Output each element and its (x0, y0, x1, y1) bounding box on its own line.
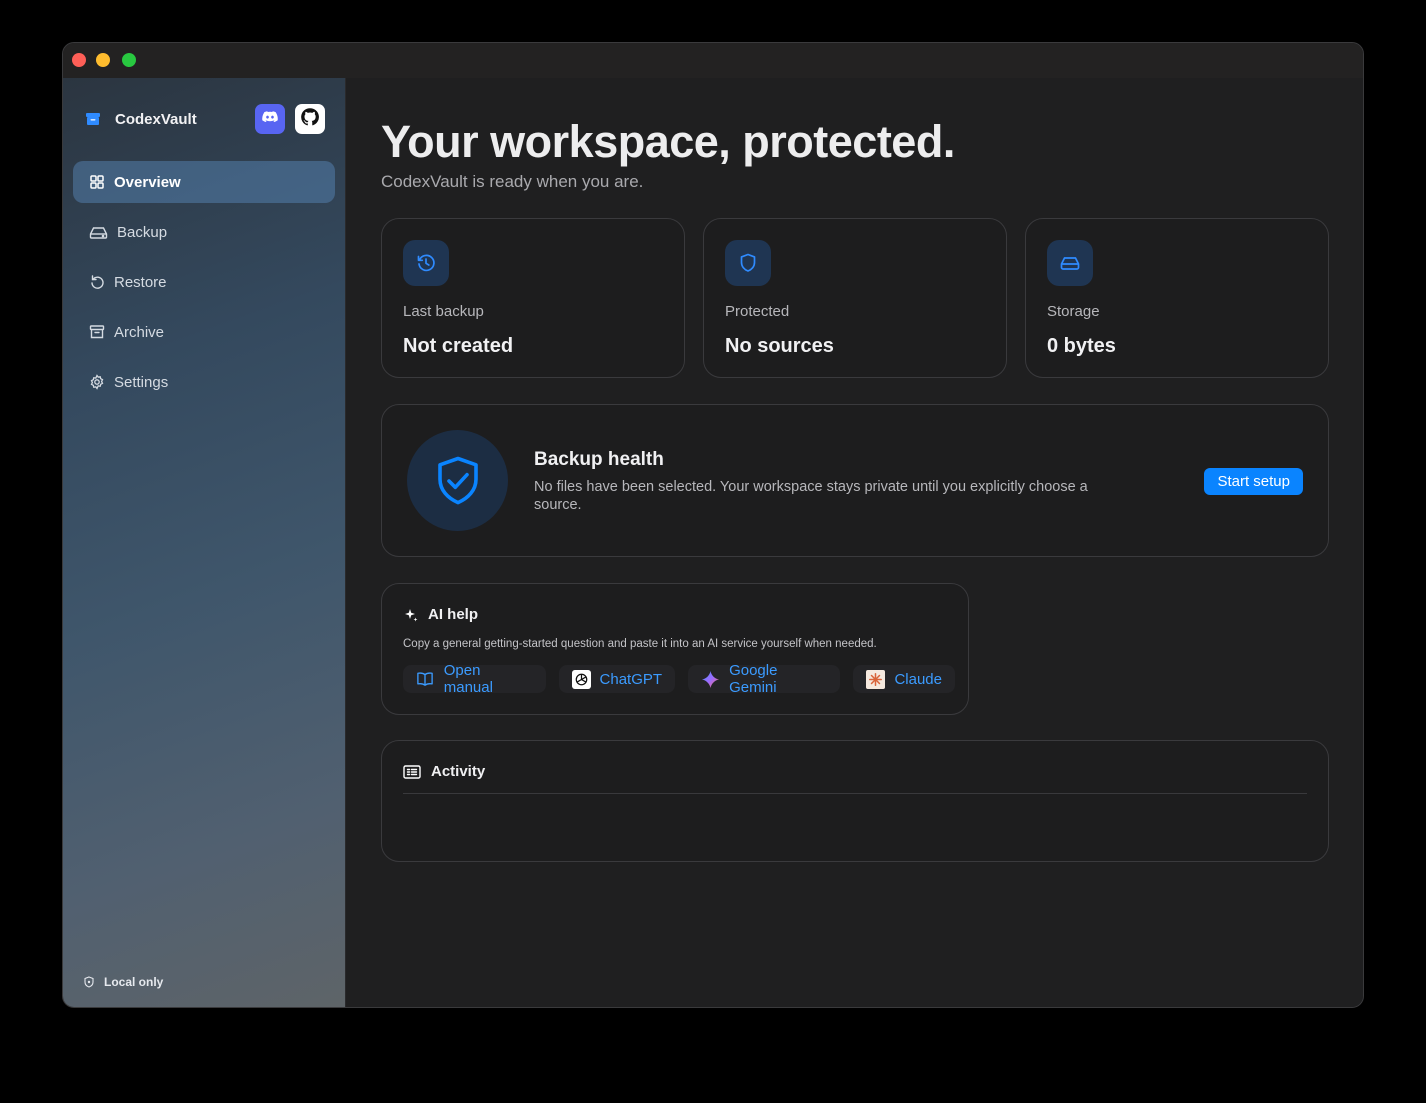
activity-header: Activity (403, 763, 485, 780)
gear-icon (90, 374, 104, 390)
grid-icon (90, 175, 104, 189)
discord-icon (261, 108, 279, 131)
sidebar-item-settings[interactable]: Settings (73, 361, 335, 403)
discord-button[interactable] (255, 104, 285, 134)
shield-icon (84, 976, 94, 988)
sidebar-item-overview[interactable]: Overview (73, 161, 335, 203)
health-title: Backup health (534, 449, 664, 470)
link-label: Google Gemini (729, 662, 778, 696)
shield-icon (725, 240, 771, 286)
stat-value: 0 bytes (1047, 335, 1116, 357)
history-icon (403, 240, 449, 286)
sidebar-item-backup[interactable]: Backup (73, 211, 335, 253)
stat-label: Protected (725, 303, 790, 320)
sidebar-item-restore[interactable]: Restore (73, 261, 335, 303)
book-icon (416, 670, 435, 689)
stat-label: Last backup (403, 303, 484, 320)
sidebar: CodexVault Overview Backup Restore Archi… (63, 78, 346, 1007)
footer-label: Local only (104, 975, 164, 989)
brand: CodexVault (85, 108, 197, 130)
sidebar-item-label: Overview (114, 173, 181, 191)
sidebar-item-label: Restore (114, 273, 167, 291)
sidebar-item-label: Settings (114, 373, 169, 391)
title-bar (63, 43, 1363, 78)
chatgpt-link[interactable]: ChatGPT (558, 665, 676, 693)
ai-help-title: AI help (428, 606, 479, 623)
ai-help-header: AI help (403, 606, 478, 623)
sidebar-item-archive[interactable]: Archive (73, 311, 335, 353)
activity-title: Activity (431, 763, 486, 780)
close-window-button[interactable] (72, 53, 86, 67)
stat-value: No sources (725, 335, 834, 357)
stat-card-storage: Storage 0 bytes (1025, 218, 1329, 378)
zoom-window-button[interactable] (122, 53, 136, 67)
sidebar-item-label: Backup (117, 223, 168, 241)
stat-value: Not created (403, 335, 514, 357)
list-icon (403, 764, 421, 779)
github-icon (300, 107, 320, 132)
claude-icon (866, 669, 886, 689)
page-title: Your workspace, protected. (381, 116, 955, 167)
minimize-window-button[interactable] (96, 53, 110, 67)
link-label: Claude (894, 670, 942, 688)
link-label: ChatGPT (599, 670, 663, 688)
health-description: No files have been selected. Your worksp… (534, 479, 1088, 513)
sparkle-icon (405, 608, 418, 621)
ai-help-card: AI help Copy a general getting-started q… (381, 583, 969, 715)
start-setup-button[interactable]: Start setup (1204, 468, 1303, 495)
drive-icon (89, 227, 108, 239)
open-manual-link[interactable]: Open manual (403, 662, 546, 696)
sidebar-item-label: Archive (114, 323, 165, 341)
stat-card-protected: Protected No sources (703, 218, 1007, 378)
restore-icon (91, 275, 104, 289)
drive-icon (1047, 240, 1093, 286)
stat-card-last-backup: Last backup Not created (381, 218, 685, 378)
main-content: Your workspace, protected. CodexVault is… (346, 78, 1363, 1007)
chatgpt-icon (571, 669, 591, 689)
link-label: Open manual (443, 662, 493, 696)
ai-help-description: Copy a general getting-started question … (403, 638, 877, 650)
archive-box-icon (85, 111, 101, 127)
backup-health-card: Backup health No files have been selecte… (381, 404, 1329, 557)
shield-check-icon (407, 430, 508, 531)
ai-links: Open manual ChatGPT Google Gemini Claude (403, 662, 968, 696)
app-window: CodexVault Overview Backup Restore Archi… (62, 42, 1364, 1008)
github-button[interactable] (295, 104, 325, 134)
gemini-icon (701, 670, 720, 689)
app-name: CodexVault (115, 110, 197, 128)
page-subtitle: CodexVault is ready when you are. (381, 172, 644, 191)
sidebar-nav: Overview Backup Restore Archive Settings (73, 161, 335, 411)
archive-icon (89, 325, 105, 339)
local-only-note: Local only (83, 975, 163, 989)
divider (403, 793, 1307, 794)
claude-link[interactable]: Claude (853, 665, 955, 693)
google-gemini-link[interactable]: Google Gemini (688, 662, 841, 696)
activity-card: Activity (381, 740, 1329, 862)
stat-label: Storage (1047, 303, 1100, 320)
